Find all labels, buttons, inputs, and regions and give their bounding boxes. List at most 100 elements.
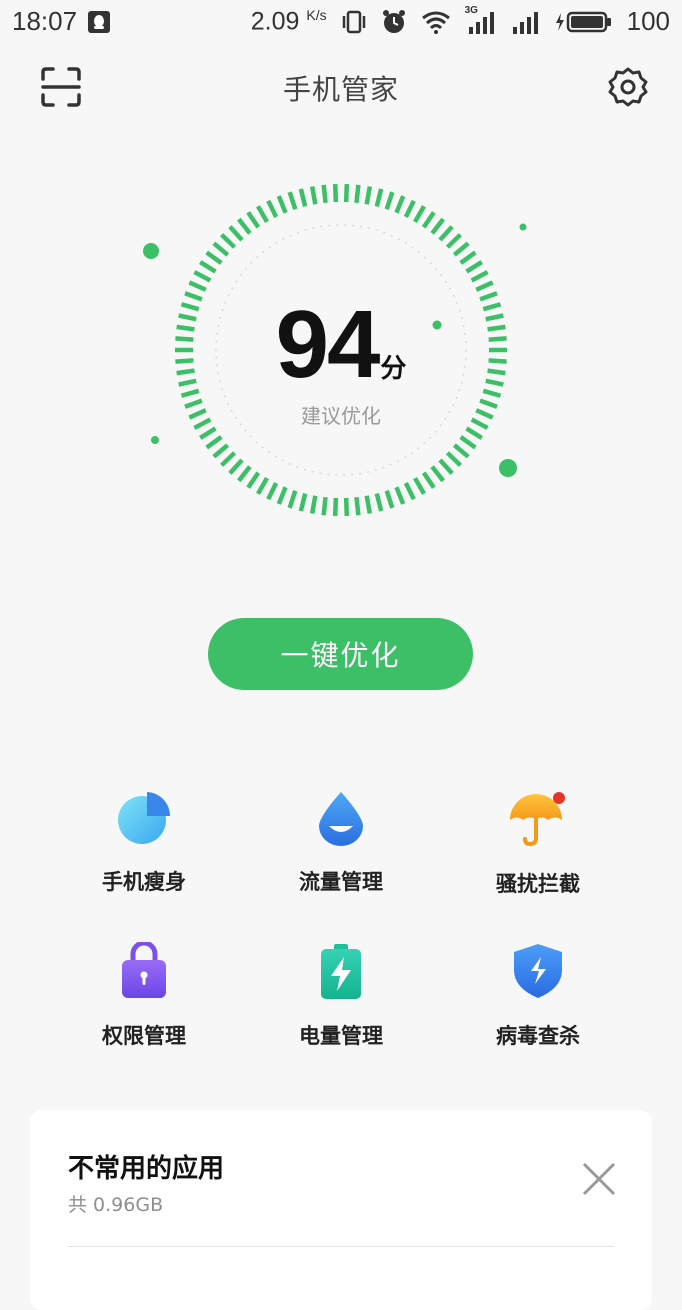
- battery-icon: [555, 9, 613, 35]
- score-ring-tick: [445, 451, 462, 467]
- decor-dot: [499, 459, 517, 477]
- score-ring-tick: [199, 260, 217, 274]
- tool-virus-scan[interactable]: 病毒查杀: [458, 942, 618, 1062]
- tool-harassment-block[interactable]: 骚扰拦截: [458, 790, 618, 910]
- network-speed: 2.09 K/s: [251, 7, 327, 36]
- score-ring-tick: [237, 465, 252, 483]
- speed-value: 2.09: [250, 7, 300, 36]
- score-area: 94分 建议优化: [0, 150, 682, 570]
- tool-label: 骚扰拦截: [496, 872, 580, 896]
- tool-data-usage[interactable]: 流量管理: [261, 790, 421, 910]
- card-close-button[interactable]: [582, 1162, 616, 1196]
- score-ring-tick: [459, 250, 477, 265]
- score-ring-tick: [413, 477, 426, 495]
- signal-3g-icon: 3G: [465, 5, 497, 35]
- score-ring-tick: [452, 241, 470, 257]
- speed-unit: K/s: [306, 6, 327, 23]
- score-ring-tick: [465, 426, 483, 440]
- score-ring-tick: [188, 280, 207, 292]
- score-ring-tick: [287, 490, 298, 509]
- tool-battery-manage[interactable]: 电量管理: [261, 942, 421, 1062]
- title-bar: 手机管家: [0, 58, 682, 118]
- score-ring-tick: [430, 217, 445, 235]
- score-ring-tick: [384, 490, 395, 509]
- card-divider: [68, 1246, 614, 1247]
- status-time: 18:07: [12, 6, 78, 36]
- vibrate-icon: [341, 10, 367, 34]
- score-ring-tick: [309, 186, 318, 205]
- score-ring-tick: [364, 186, 373, 205]
- score-ring-tick: [212, 241, 230, 257]
- unused-apps-card[interactable]: 不常用的应用 共 0.96GB: [30, 1110, 652, 1310]
- score-ring-tick: [364, 495, 373, 514]
- tool-label: 权限管理: [102, 1024, 186, 1048]
- score-ring-tick: [465, 260, 483, 274]
- settings-button[interactable]: [608, 67, 648, 107]
- one-click-optimize-button[interactable]: 一键优化: [208, 618, 473, 690]
- card-title: 不常用的应用: [68, 1154, 225, 1184]
- page-title: 手机管家: [282, 73, 399, 106]
- tool-phone-slim[interactable]: 手机瘦身: [64, 790, 224, 910]
- wifi-icon: [421, 10, 451, 34]
- score-ring-tick: [321, 496, 328, 516]
- score-ring-tick: [430, 465, 445, 483]
- score-display: 94分: [0, 290, 682, 400]
- score-ring-tick: [374, 188, 384, 207]
- decor-dot: [151, 436, 159, 444]
- score-ring-tick: [287, 191, 298, 210]
- signal-icon: [511, 9, 541, 35]
- shield-icon: [514, 944, 562, 998]
- score-ring-tick: [438, 458, 454, 475]
- score-ring-tick: [452, 443, 470, 459]
- score-ring-tick: [475, 280, 494, 292]
- tool-label: 流量管理: [299, 870, 383, 894]
- score-ring-tick: [199, 426, 217, 440]
- umbrella-icon: [510, 792, 565, 847]
- battery-level: 100: [626, 6, 670, 36]
- score-ring-tick: [212, 443, 230, 459]
- score-ring-tick: [193, 270, 212, 283]
- score-ring-tick: [438, 225, 454, 242]
- score-unit: 分: [380, 353, 407, 383]
- battery-charge-icon: [321, 944, 361, 999]
- score-ring-tick: [266, 199, 279, 218]
- card-subtitle: 共 0.96GB: [68, 1194, 164, 1216]
- score-ring-tick: [384, 191, 395, 210]
- score-ring-tick: [374, 493, 384, 512]
- score-ring-tick: [256, 205, 269, 223]
- score-ring-tick: [403, 482, 416, 501]
- score-ring-tick: [332, 184, 339, 203]
- score-ring-tick: [276, 195, 288, 214]
- score-ring-tick: [459, 435, 477, 450]
- score-ring-tick: [354, 496, 361, 516]
- tool-label: 病毒查杀: [496, 1024, 580, 1048]
- score-ring-tick: [205, 250, 223, 265]
- score-ring-tick: [343, 497, 350, 516]
- score-ring-tick: [421, 211, 436, 229]
- decor-dot: [519, 223, 527, 231]
- notification-qq-icon: [87, 10, 111, 34]
- tool-permission-manage[interactable]: 权限管理: [64, 942, 224, 1062]
- score-ring-tick: [321, 184, 328, 204]
- close-icon: [582, 1162, 616, 1196]
- gear-icon: [608, 67, 648, 107]
- score-ring-tick: [220, 233, 237, 249]
- score-ring-tick: [220, 451, 237, 467]
- score-ring-tick: [354, 184, 361, 204]
- score-hint: 建议优化: [301, 404, 381, 428]
- score-ring-tick: [228, 458, 244, 475]
- lock-icon: [122, 942, 166, 998]
- tool-label: 手机瘦身: [102, 870, 186, 894]
- network-type: 3G: [464, 4, 478, 16]
- score-ring-tick: [413, 205, 426, 223]
- score-ring-tick: [256, 477, 269, 495]
- alarm-icon: [381, 9, 407, 35]
- score-ring-tick: [421, 471, 436, 489]
- score-ring-tick: [332, 497, 339, 516]
- score-ring-tick: [266, 482, 279, 501]
- score-ring-tick: [237, 217, 252, 235]
- score-ring-tick: [228, 225, 244, 242]
- score-ring-tick: [343, 184, 350, 203]
- score-ring-tick: [403, 199, 416, 218]
- score-ring-tick: [298, 188, 308, 207]
